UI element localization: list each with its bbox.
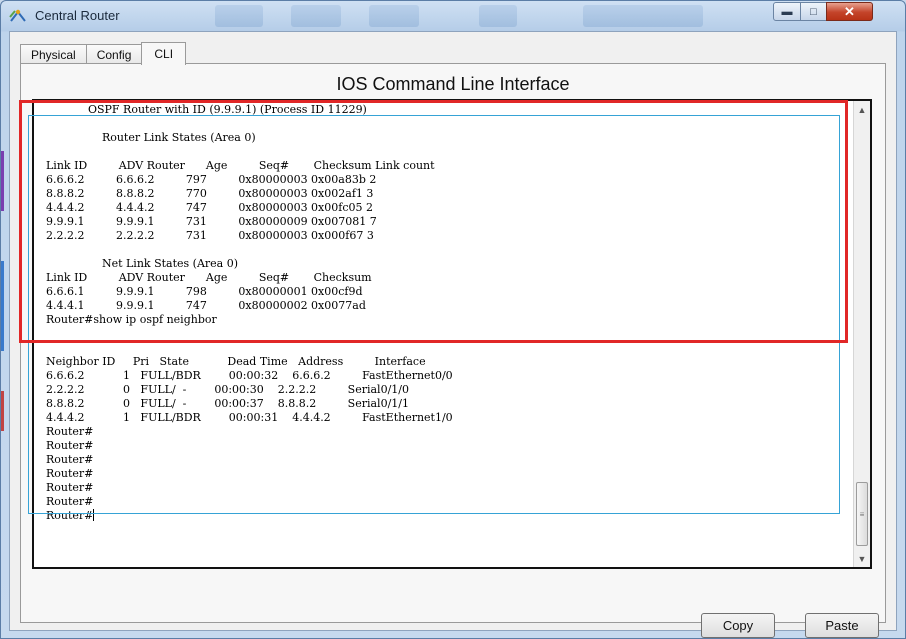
scroll-down-button[interactable]: ▼ [854,550,870,567]
minimize-button[interactable]: ▬ [773,2,801,21]
window-title: Central Router [35,8,120,23]
tab-bar: Physical Config CLI [20,42,187,65]
title-bar-glass [479,5,517,27]
maximize-button[interactable]: □ [800,2,827,21]
scroll-up-button[interactable]: ▲ [854,101,870,118]
router-window: Central Router ▬ □ ✕ Physical Config CLI… [0,0,906,639]
scroll-down-arrow-icon: ▼ [857,553,867,564]
highlight-rectangle [19,100,848,343]
title-bar-glass [215,5,263,27]
scroll-thumb[interactable]: ≡ [856,482,868,546]
panel-title: IOS Command Line Interface [336,74,570,94]
title-bar[interactable]: Central Router ▬ □ ✕ [1,1,905,31]
paste-button[interactable]: Paste [805,613,879,638]
tab-cli[interactable]: CLI [141,42,187,65]
close-icon: ✕ [844,3,855,19]
title-bar-glass [291,5,341,27]
tab-config[interactable]: Config [85,44,143,65]
decor-stripe [1,261,4,351]
copy-button[interactable]: Copy [701,613,775,638]
maximize-icon: □ [810,5,817,18]
scroll-grip-icon: ≡ [859,509,865,519]
decor-stripe [1,151,4,211]
tab-physical[interactable]: Physical [20,44,87,65]
scroll-up-arrow-icon: ▲ [857,104,867,115]
title-bar-glass [369,5,419,27]
close-button[interactable]: ✕ [826,2,873,21]
router-icon [9,9,27,23]
minimize-icon: ▬ [781,5,793,18]
title-bar-glass [583,5,703,27]
console-scrollbar[interactable]: ▲ ≡ ▼ [853,101,870,567]
decor-stripe [1,391,4,431]
